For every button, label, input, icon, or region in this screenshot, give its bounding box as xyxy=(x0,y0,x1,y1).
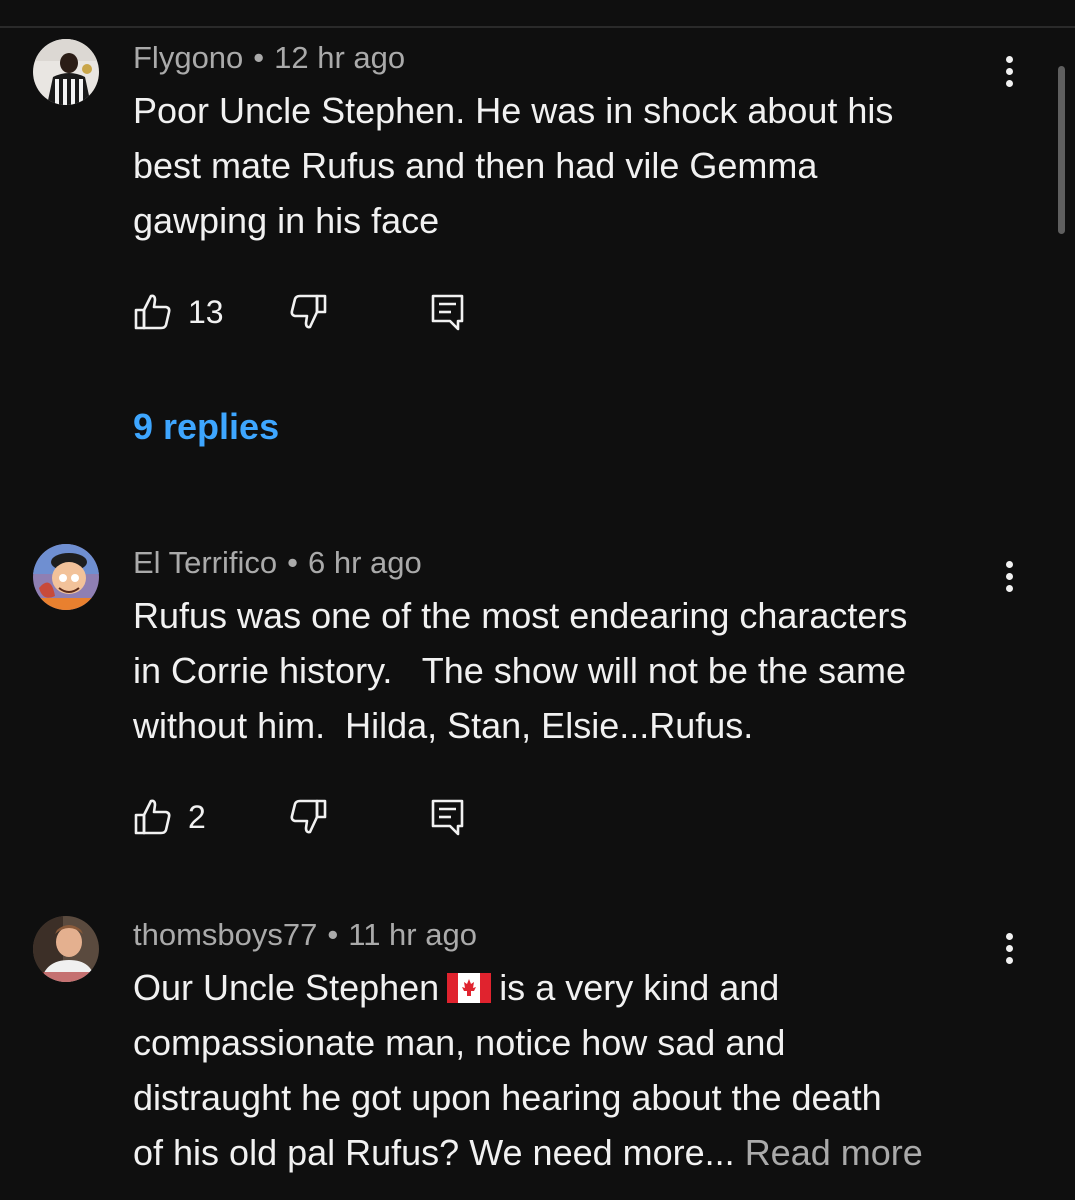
comment-time[interactable]: 11 hr ago xyxy=(348,917,477,952)
thumbs-down-icon[interactable] xyxy=(288,797,328,837)
scrollbar-thumb[interactable] xyxy=(1058,66,1065,234)
meta-separator: • xyxy=(287,545,298,580)
comment-text-part: Our Uncle Stephen xyxy=(133,967,440,1008)
like-count: 2 xyxy=(188,799,206,835)
top-divider xyxy=(0,26,1075,28)
comment-author[interactable]: thomsboys77 xyxy=(133,917,317,952)
view-replies-link[interactable]: 9 replies xyxy=(133,406,279,448)
comment-meta: thomsboys77 • 11 hr ago xyxy=(133,917,477,953)
meta-separator: • xyxy=(253,40,265,75)
comment-author[interactable]: El Terrifico xyxy=(133,545,277,580)
read-more-link[interactable]: Read more xyxy=(745,1132,923,1173)
comment-author[interactable]: Flygono xyxy=(133,40,243,75)
comment-text: Our Uncle Stephen is a very kind and comp… xyxy=(133,960,1013,1180)
thumbs-up-icon[interactable] xyxy=(133,292,173,332)
thumbs-down-icon[interactable] xyxy=(288,292,328,332)
comment-actions: 13 xyxy=(133,292,533,336)
canada-flag-icon xyxy=(447,973,492,1003)
comment-text: Rufus was one of the most endearing char… xyxy=(133,595,908,746)
like-count: 13 xyxy=(188,294,224,330)
meta-separator: • xyxy=(327,917,339,952)
reply-comment-icon[interactable] xyxy=(429,797,469,837)
comment-actions: 2 xyxy=(133,797,533,841)
comment-text: Poor Uncle Stephen. He was in shock abou… xyxy=(133,90,894,241)
comment-meta: El Terrifico • 6 hr ago xyxy=(133,545,422,581)
reply-comment-icon[interactable] xyxy=(429,292,469,332)
comment-time[interactable]: 6 hr ago xyxy=(308,545,422,580)
comment-meta: Flygono • 12 hr ago xyxy=(133,40,405,76)
avatar[interactable] xyxy=(33,544,99,610)
thumbs-up-icon[interactable] xyxy=(133,797,173,837)
avatar[interactable] xyxy=(33,916,99,982)
avatar[interactable] xyxy=(33,39,99,105)
comment-time[interactable]: 12 hr ago xyxy=(274,40,405,75)
